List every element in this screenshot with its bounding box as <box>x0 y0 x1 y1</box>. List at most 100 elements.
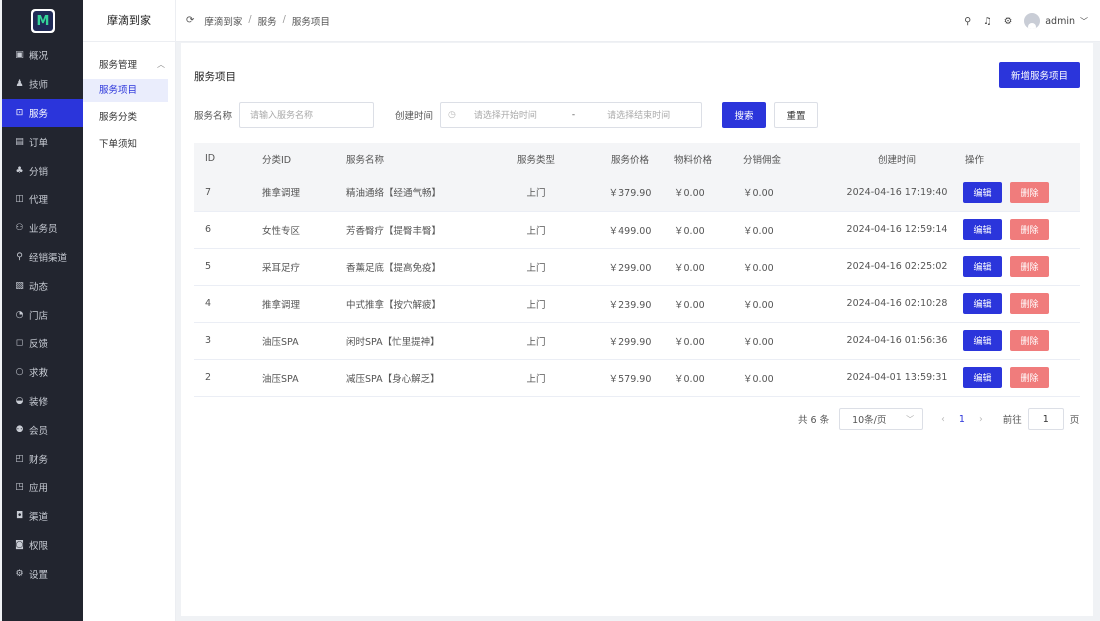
refresh-icon[interactable]: ⟳ <box>186 15 194 26</box>
cell-id: 3 <box>205 335 212 346</box>
salesman-icon: ⚇ <box>15 223 24 234</box>
breadcrumb-current: 服务项目 <box>291 16 330 28</box>
prev-page-icon[interactable]: ‹ <box>941 414 945 425</box>
edit-button[interactable]: 编辑 <box>963 293 1002 314</box>
delete-button[interactable]: 删除 <box>1010 367 1049 388</box>
sidebar-item-label: 应用 <box>29 483 49 495</box>
sidebar-item[interactable]: ◰ 财务 <box>2 444 83 473</box>
sidebar-item[interactable]: ◙ 权限 <box>2 531 83 560</box>
pin-icon[interactable]: ⚲ <box>964 16 971 27</box>
search-button[interactable]: 搜索 <box>722 101 767 128</box>
sidebar-item[interactable]: ▣ 概况 <box>2 41 83 70</box>
top-bar: ⟳ 摩滴到家 / 服务 / 服务项目 ⚲ ♫ ⚙ admin ﹀ <box>176 0 1100 42</box>
cell-created-time: 2024-04-16 17:19:40 <box>846 186 948 198</box>
edit-button[interactable]: 编辑 <box>963 219 1002 240</box>
sidebar-item[interactable]: ♣ 分销 <box>2 156 83 185</box>
breadcrumb-item[interactable]: 摩滴到家 <box>204 14 242 28</box>
sidebar-item[interactable]: ▤ 订单 <box>2 127 83 156</box>
delete-button[interactable]: 删除 <box>1010 219 1049 240</box>
page-number-current[interactable]: 1 <box>959 414 965 425</box>
main-sidebar: M ▣ 概况 ♟ 技师 ⊡ 服务 ▤ 订单 ♣ 分销 ◫ 代理 ⚇ 业务员 ⚲ 经销渠道 ▧ 动态 ◔ 门店 ◻ 反馈 ○ 求… <box>2 0 83 621</box>
sidebar-item-label: 代理 <box>29 195 49 207</box>
feedback-icon: ◻ <box>15 338 24 349</box>
subnav-item-service-categories[interactable]: 服务分类 <box>83 106 168 129</box>
cell-price: ￥499.00 <box>608 225 652 237</box>
edit-button[interactable]: 编辑 <box>963 367 1002 388</box>
sidebar-item[interactable]: ⚇ 业务员 <box>2 214 83 243</box>
column-header: 创建时间 <box>877 154 916 166</box>
cell-price: ￥299.90 <box>608 336 652 348</box>
cell-actions: 编辑 删除 <box>963 285 1080 322</box>
edit-button[interactable]: 编辑 <box>963 256 1002 277</box>
delete-button[interactable]: 删除 <box>1010 181 1049 203</box>
cell-service-name: 闲时SPA【忙里提神】 <box>346 336 440 348</box>
subnav-item-service-items[interactable]: 服务项目 <box>83 79 168 102</box>
sidebar-item[interactable]: ♟ 技师 <box>2 70 83 99</box>
sidebar-item[interactable]: ◔ 门店 <box>2 300 83 329</box>
date-range-picker[interactable]: ◷ 请选择开始时间 - 请选择结束时间 <box>440 101 703 128</box>
edit-button[interactable]: 编辑 <box>963 181 1002 203</box>
service-name-input[interactable]: 请输入服务名称 <box>239 101 375 128</box>
cell-service-type: 上门 <box>526 299 546 311</box>
add-service-button[interactable]: 新增服务项目 <box>999 62 1080 88</box>
sidebar-item-label: 概况 <box>29 51 49 63</box>
cell-category: 采耳足疗 <box>262 262 301 274</box>
delete-button[interactable]: 删除 <box>1010 293 1049 314</box>
sidebar-item-label: 分销 <box>29 166 49 178</box>
column-header: 分销佣金 <box>743 154 782 166</box>
cell-price: ￥299.00 <box>608 262 652 274</box>
cell-service-type: 上门 <box>526 262 546 274</box>
page-size-select[interactable]: 10条/页 ﹀ <box>839 408 924 430</box>
sidebar-item[interactable]: ⚙ 设置 <box>2 559 83 588</box>
sidebar-item[interactable]: ◳ 应用 <box>2 473 83 502</box>
service-name-label: 服务名称 <box>194 110 233 122</box>
breadcrumb: 摩滴到家 / 服务 / 服务项目 <box>204 14 329 28</box>
subnav-item-order-notes[interactable]: 下单须知 <box>83 133 168 156</box>
delete-button[interactable]: 删除 <box>1010 256 1049 277</box>
sub-sidebar-title: 摩滴到家 <box>83 0 175 42</box>
sidebar-item-label: 求救 <box>29 368 49 380</box>
user-menu[interactable]: admin ﹀ <box>1024 13 1088 29</box>
bell-icon[interactable]: ♫ <box>983 16 992 27</box>
service-icon: ⊡ <box>15 107 24 118</box>
cell-service-name: 芳香臀疗【提臀丰臀】 <box>346 225 442 237</box>
sidebar-item[interactable]: ◒ 装修 <box>2 387 83 416</box>
pagination: 共 6 条 10条/页 ﹀ ‹ 1 › 前往 1 页 <box>798 408 1079 430</box>
table-header-row: ID 分类ID 服务名称 服务类型 服务价格 物料价格 分销佣金 创建时间 操作 <box>194 143 1080 174</box>
sidebar-item-label: 订单 <box>29 137 49 149</box>
column-header: 物料价格 <box>674 154 713 166</box>
store-icon: ◔ <box>15 309 24 320</box>
breadcrumb-item[interactable]: 服务 <box>258 14 277 28</box>
delete-button[interactable]: 删除 <box>1010 330 1049 351</box>
cell-service-type: 上门 <box>526 373 546 385</box>
cell-commission: ￥0.00 <box>743 262 774 274</box>
sidebar-item[interactable]: ◘ 渠道 <box>2 502 83 531</box>
app-logo[interactable]: M <box>31 9 55 33</box>
gear-icon: ⚙ <box>15 568 24 579</box>
end-date-input[interactable]: 请选择结束时间 <box>607 108 670 121</box>
sidebar-item[interactable]: ▧ 动态 <box>2 271 83 300</box>
sidebar-item[interactable]: ⚲ 经销渠道 <box>2 243 83 272</box>
sidebar-item[interactable]: ◫ 代理 <box>2 185 83 214</box>
cell-service-type: 上门 <box>526 188 546 200</box>
goto-page-input[interactable]: 1 <box>1027 408 1064 430</box>
gear-icon[interactable]: ⚙ <box>1004 16 1013 27</box>
sidebar-item[interactable]: ⚉ 会员 <box>2 415 83 444</box>
table-row: 2 油压SPA 减压SPA【身心解乏】 上门 ￥579.90 ￥0.00 ￥0.00 2024… <box>194 359 1080 396</box>
subnav-group-service-management[interactable]: 服务管理 ︿ <box>83 53 175 75</box>
sidebar-item[interactable]: ⊡ 服务 <box>2 98 83 128</box>
sidebar-item[interactable]: ○ 求救 <box>2 358 83 387</box>
reset-button[interactable]: 重置 <box>774 101 819 128</box>
cell-category: 女性专区 <box>262 225 301 237</box>
start-date-input[interactable]: 请选择开始时间 <box>474 108 570 121</box>
next-page-icon[interactable]: › <box>979 414 983 425</box>
main-nav: ▣ 概况 ♟ 技师 ⊡ 服务 ▤ 订单 ♣ 分销 ◫ 代理 ⚇ 业务员 ⚲ 经销渠道 ▧ 动态 ◔ 门店 ◻ 反馈 ○ 求救 ◒… <box>2 41 83 588</box>
cell-created-time: 2024-04-01 13:59:31 <box>846 372 948 383</box>
cell-material-price: ￥0.00 <box>674 262 705 274</box>
cell-commission: ￥0.00 <box>743 373 774 385</box>
main-content: 服务项目 新增服务项目 服务名称 请输入服务名称 创建时间 ◷ 请选择开始时间 … <box>181 43 1093 616</box>
finance-icon: ◰ <box>15 453 24 464</box>
edit-button[interactable]: 编辑 <box>963 330 1002 351</box>
sidebar-item[interactable]: ◻ 反馈 <box>2 329 83 358</box>
column-header: 操作 <box>965 154 985 166</box>
